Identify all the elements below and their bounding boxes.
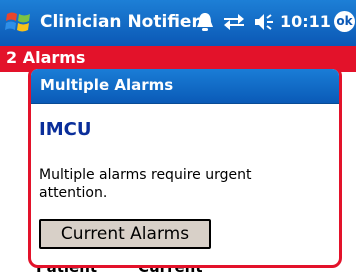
notification-bell-icon[interactable] xyxy=(194,11,216,33)
alarm-count-label: 2 Alarms xyxy=(6,48,86,67)
dialog-header: Multiple Alarms xyxy=(31,69,339,104)
volume-icon[interactable] xyxy=(252,11,276,33)
dialog-title: Multiple Alarms xyxy=(40,76,174,94)
app-title: Clinician Notifier xyxy=(40,12,200,32)
unit-name: IMCU xyxy=(39,119,92,140)
alarm-message: Multiple alarms require urgent attention… xyxy=(39,167,252,201)
connectivity-icon[interactable] xyxy=(222,11,246,33)
title-bar: Clinician Notifier 10:11 ok xyxy=(0,0,356,46)
windows-start-icon[interactable] xyxy=(4,7,34,37)
ok-button[interactable]: ok xyxy=(334,11,355,32)
multiple-alarms-dialog: Multiple Alarms IMCU Multiple alarms req… xyxy=(28,66,342,268)
current-alarms-button[interactable]: Current Alarms xyxy=(39,219,211,249)
clock-time: 10:11 xyxy=(280,12,331,31)
